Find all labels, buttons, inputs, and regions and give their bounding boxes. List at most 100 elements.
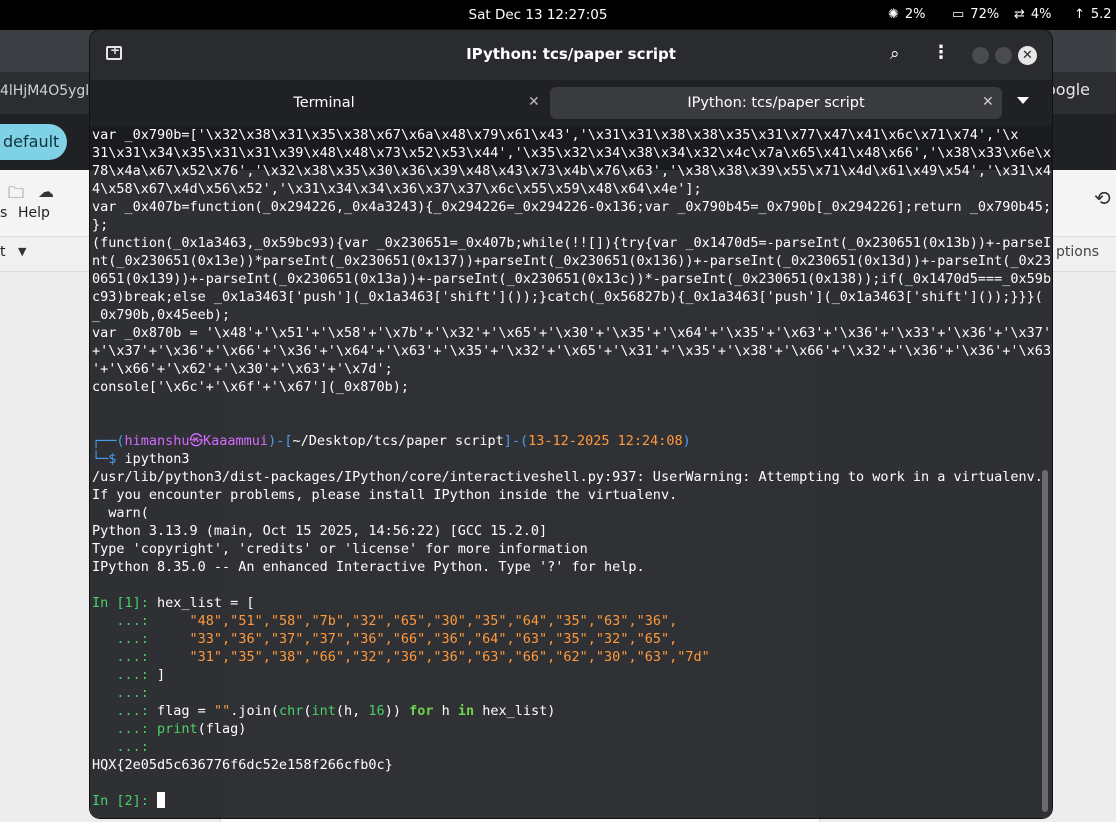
tab-label: IPython: tcs/paper script	[687, 95, 865, 111]
battery-icon: ▭	[952, 7, 965, 22]
prompt-frame: )	[682, 433, 691, 449]
tab-ipython[interactable]: IPython: tcs/paper script ✕	[550, 87, 1002, 119]
chevron-down-icon[interactable]: ▼	[18, 245, 26, 258]
maximize-button[interactable]	[995, 47, 1012, 64]
network-value: 4%	[1030, 7, 1052, 22]
background-t-fragment: t	[0, 244, 6, 260]
terminal-titlebar: IPython: tcs/paper script ⌕ ⋮ ✕	[90, 30, 1052, 80]
hex-strings: "31","35","38","66","32","36","36","63",…	[189, 649, 710, 665]
battery-indicator[interactable]: ▭ 72%	[952, 7, 999, 22]
code: hex_list)	[474, 703, 556, 719]
output-line: c93)break;else _0x1a3463['push'](_0x1a34…	[92, 289, 1043, 305]
ipython-continuation-line: ...: ]	[92, 666, 1052, 684]
code-keyword: in	[457, 703, 475, 719]
output-line: 0651(0x139))+-parseInt(_0x230651(0x13a))…	[92, 271, 1052, 287]
warning-line: warn(	[92, 505, 149, 521]
text-cursor	[157, 792, 166, 808]
battery-value: 72%	[970, 7, 1000, 22]
continuation-prompt: ...:	[92, 631, 158, 647]
prompt-frame: )-[	[268, 433, 293, 449]
ipython-continuation-line: ...:	[92, 684, 1052, 702]
terminal-output[interactable]: var _0x790b=['\x32\x38\x31\x35\x38\x67\x…	[90, 126, 1052, 818]
upload-value: 5.2 k	[1090, 7, 1116, 22]
close-tab-icon[interactable]: ✕	[528, 94, 540, 110]
code-string: ""	[213, 703, 231, 719]
background-help-menu[interactable]: Help	[18, 205, 50, 221]
code: ))	[384, 703, 410, 719]
prompt-date: 13-12-2025 12:24:08	[528, 433, 683, 449]
search-icon[interactable]: ⌕	[890, 44, 900, 64]
continuation-prompt: ...:	[92, 667, 158, 683]
background-default-button[interactable]: default	[0, 124, 67, 160]
ipython-continuation-line: ...: "33","36","37","37","36","66","36",…	[92, 630, 1052, 648]
background-tab-fragment[interactable]: 4lHjM4O5yglN	[0, 83, 100, 99]
ipython-input-line: In [1]: hex_list = [	[92, 594, 1052, 612]
output-line: nt(_0x230651(0x13e))*parseInt(_0x230651(…	[92, 253, 1052, 269]
cpu-indicator[interactable]: ✺ 2%	[888, 7, 926, 22]
cloud-icon[interactable]: ☁	[38, 182, 54, 201]
ipython-continuation-line: ...: flag = "".join(chr(int(h, 16)) for …	[92, 702, 1052, 720]
prompt-path: ~/Desktop/tcs/paper script	[292, 433, 504, 449]
ipython-input-line[interactable]: In [2]:	[92, 792, 1052, 810]
hex-strings: "48","51","58","7b","32","65","30","35",…	[189, 613, 678, 629]
output-line: 78\x4a\x67\x52\x76','\x32\x38\x35\x30\x3…	[92, 163, 1052, 179]
continuation-prompt: ...:	[92, 649, 158, 665]
ipython-continuation-line: ...: "31","35","38","66","32","36","36",…	[92, 648, 1052, 666]
ipython-continuation-line: ...: "48","51","58","7b","32","65","30",…	[92, 612, 1052, 630]
output-line: };	[92, 217, 109, 233]
code: (	[303, 703, 312, 719]
output-line: var _0x407b=function(_0x294226,_0x4a3243…	[92, 199, 1052, 215]
prompt-frame: ┌──(	[92, 433, 125, 449]
ipython-continuation-line: ...: print(flag)	[92, 720, 1052, 738]
continuation-prompt: ...:	[92, 739, 158, 755]
output-line: var _0x790b=['\x32\x38\x31\x35\x38\x67\x…	[92, 127, 1019, 143]
ipython-continuation-line: ...:	[92, 738, 1052, 756]
code: (h,	[335, 703, 369, 719]
terminal-tab-bar: Terminal ✕ IPython: tcs/paper script ✕	[90, 80, 1052, 126]
history-icon[interactable]: ⟲	[1094, 186, 1111, 210]
background-options-fragment[interactable]: ptions	[1056, 244, 1099, 260]
ipython-prompt: In [2]:	[92, 793, 158, 809]
output-line: 4\x58\x67\x4d\x56\x52','\x31\x34\x34\x36…	[92, 181, 702, 197]
transfer-icon: ⇄	[1014, 7, 1025, 22]
code: hex_list = [	[157, 595, 255, 611]
output-line: 31\x31\x34\x35\x31\x31\x39\x48\x48\x73\x…	[92, 145, 1052, 161]
cpu-icon: ✺	[888, 7, 899, 22]
code-builtin: chr	[278, 703, 304, 719]
output-line: +'\x37'+'\x36'+'\x66'+'\x36'+'\x64'+'\x6…	[92, 343, 1052, 359]
banner-line: IPython 8.35.0 -- An enhanced Interactiv…	[92, 559, 645, 575]
kebab-menu-icon[interactable]: ⋮	[932, 42, 950, 63]
terminal-window: IPython: tcs/paper script ⌕ ⋮ ✕ Terminal…	[90, 30, 1052, 818]
output-line: console['\x6c'+'\x6f'+'\x67'](_0x870b);	[92, 379, 409, 395]
tab-list-dropdown-icon[interactable]	[1017, 97, 1029, 104]
prompt-frame: ]-(	[503, 433, 529, 449]
upload-indicator[interactable]: ↑ 5.2 k	[1074, 7, 1116, 22]
output-line: '+'\x66'+'\x62'+'\x30'+'\x63'+'\x7d';	[92, 361, 393, 377]
network-indicator[interactable]: ⇄ 4%	[1014, 7, 1052, 22]
background-s-fragment: s	[0, 205, 8, 221]
tab-label: Terminal	[293, 95, 355, 111]
warning-line: /usr/lib/python3/dist-packages/IPython/c…	[92, 469, 1043, 485]
code: (flag)	[197, 721, 247, 737]
window-title: IPython: tcs/paper script	[466, 45, 676, 63]
continuation-prompt: ...:	[92, 703, 158, 719]
banner-line: Type 'copyright', 'credits' or 'license'…	[92, 541, 588, 557]
code-keyword: for	[409, 703, 434, 719]
code-builtin: int	[311, 703, 336, 719]
upload-arrow-icon: ↑	[1074, 7, 1085, 22]
flag-result: HQX{2e05d5c636776f6dc52e158f266cfb0c}	[92, 757, 393, 773]
close-tab-icon[interactable]: ✕	[982, 94, 994, 110]
close-window-button[interactable]: ✕	[1018, 46, 1037, 65]
code: h	[433, 703, 458, 719]
output-line: var _0x870b = '\x48'+'\x51'+'\x58'+'\x7b…	[92, 325, 1052, 341]
minimize-button[interactable]	[972, 47, 989, 64]
tab-terminal[interactable]: Terminal ✕	[102, 87, 546, 119]
background-google-fragment[interactable]: oogle	[1046, 80, 1090, 99]
code: .join(	[230, 703, 279, 719]
scrollbar-thumb[interactable]	[1042, 470, 1048, 812]
warning-line: If you encounter problems, please instal…	[92, 487, 678, 503]
shell-prompt-bottom: └─$ ipython3	[92, 450, 1052, 468]
